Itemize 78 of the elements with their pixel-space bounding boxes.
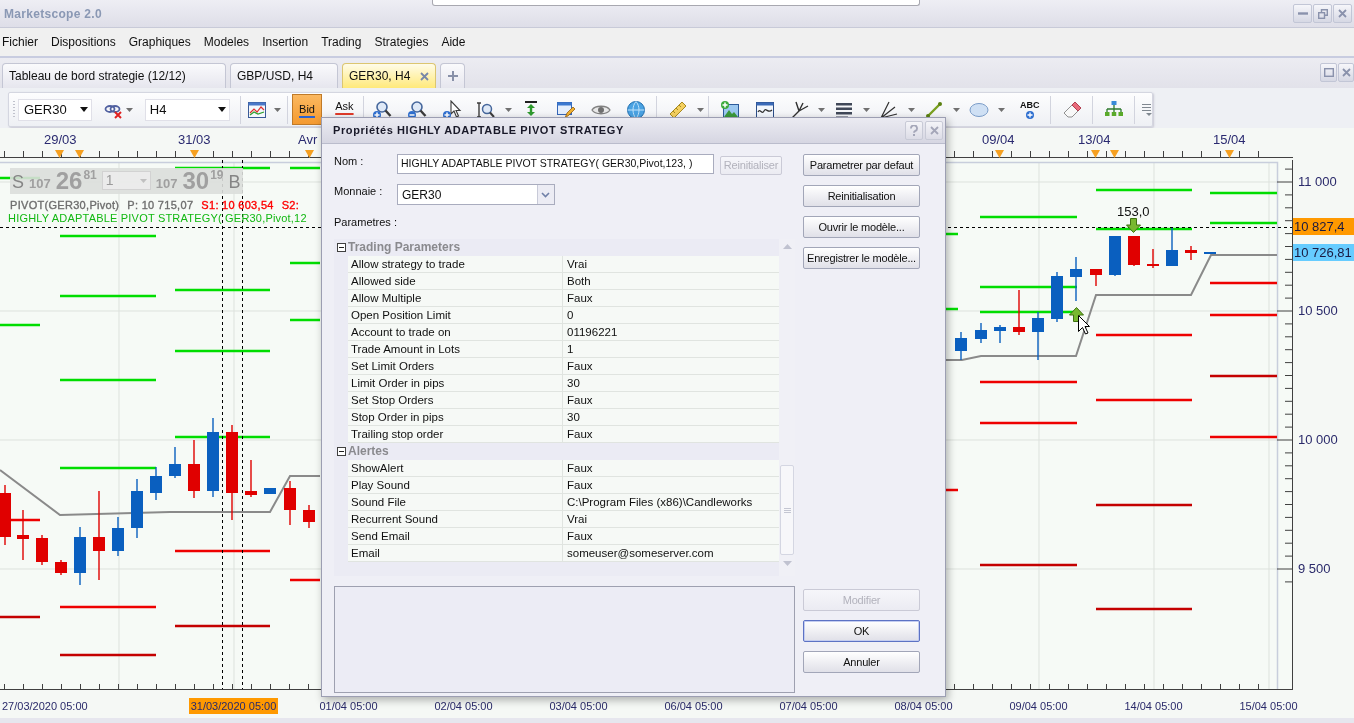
event-marker-icon [1110, 150, 1119, 158]
timeframe-select[interactable]: H4 [144, 98, 230, 121]
event-marker-icon [1225, 150, 1234, 158]
price-mode-button[interactable]: Bid [291, 94, 323, 125]
restore-icon [1317, 8, 1328, 19]
image-add-icon[interactable] [719, 99, 740, 120]
axis-label: 29/03 [44, 132, 77, 147]
time-label: 07/04 05:00 [778, 699, 839, 714]
plus-icon [446, 70, 459, 82]
window-pencil-icon[interactable] [556, 99, 577, 120]
time-label: 03/04 05:00 [548, 699, 609, 714]
menu-item[interactable]: Graphiques [128, 33, 191, 50]
event-marker-icon [190, 150, 199, 158]
menu-item[interactable]: Modeles [203, 33, 250, 50]
event-marker-icon [995, 150, 1004, 158]
axis-label: 09/04 [982, 132, 1015, 147]
instrument-select[interactable]: GER30 [18, 98, 92, 121]
event-marker-icon [1091, 150, 1100, 158]
line-chart-window-icon[interactable] [247, 100, 266, 119]
menu-item[interactable]: Strategies [374, 33, 429, 50]
time-label: 01/04 05:00 [318, 699, 379, 714]
price-mode-button[interactable]: Ask [331, 95, 358, 117]
plus-badge-icon [1025, 110, 1034, 119]
maximize-button[interactable] [1320, 63, 1337, 82]
dialog-title: Propriétés HIGHLY ADAPTABLE PIVOT STRATEGY [333, 123, 624, 139]
text-tool-button[interactable]: ABC [1012, 94, 1048, 125]
menu-item[interactable]: Dispositions [51, 33, 116, 50]
minimize-icon [1297, 12, 1308, 15]
close-button[interactable] [1338, 63, 1354, 82]
zoom-range-icon[interactable] [476, 99, 497, 120]
maximize-icon [1323, 68, 1334, 77]
time-label: 09/04 05:00 [1008, 699, 1069, 714]
price-label: 11 000 [1298, 174, 1337, 190]
chart-window-icon[interactable] [754, 99, 775, 120]
event-marker-icon [55, 150, 64, 158]
caret-icon[interactable] [79, 107, 88, 112]
zoom-in-icon[interactable] [371, 99, 392, 120]
menu-item[interactable]: Aide [441, 33, 466, 50]
event-marker-icon [305, 150, 314, 158]
price-marker: 10 726,81 [1293, 244, 1354, 261]
event-marker-icon [75, 150, 84, 158]
new-tab-button[interactable] [440, 63, 465, 88]
axis-label: 15/04 [1213, 132, 1246, 147]
axis-label: 31/03 [178, 132, 211, 147]
price-label: 10 000 [1298, 432, 1338, 448]
minimize-button[interactable] [1293, 4, 1312, 23]
caret-icon[interactable] [217, 107, 226, 112]
time-label: 14/04 05:00 [1123, 699, 1184, 714]
price-label: 9 500 [1298, 561, 1331, 577]
time-label: 06/04 05:00 [663, 699, 724, 714]
fan-lines-icon[interactable] [879, 99, 900, 120]
tab[interactable]: GBP/USD, H4 [230, 63, 338, 88]
time-label: 15/04 05:00 [1238, 699, 1299, 714]
tab[interactable]: GER30, H4 [342, 63, 436, 88]
line-segment-icon[interactable] [924, 99, 945, 120]
zoom-out-icon[interactable] [406, 99, 427, 120]
menu-item[interactable]: Fichier [2, 33, 38, 50]
overflow-menu-icon[interactable] [1142, 102, 1153, 117]
restore-button[interactable] [1313, 4, 1332, 23]
close-icon [929, 126, 939, 135]
close-button[interactable] [1333, 4, 1352, 23]
time-label: 08/04 05:00 [893, 699, 954, 714]
close-icon[interactable] [420, 71, 429, 81]
time-label: 02/04 05:00 [433, 699, 494, 714]
close-icon [1341, 68, 1351, 77]
close-icon [1338, 9, 1347, 18]
tab[interactable]: Tableau de bord strategie (12/12) [2, 63, 226, 88]
menu-item[interactable]: Trading [321, 33, 362, 50]
price-marker: 10 827,4 [1293, 218, 1354, 235]
time-label: 31/03/2020 05:00 [188, 698, 279, 714]
help-icon [910, 125, 918, 136]
menu-item[interactable]: Insertion [262, 33, 309, 50]
window-title: Marketscope 2.0 [4, 5, 102, 23]
axis-label: 13/04 [1078, 132, 1111, 147]
axis-label: Avr [298, 132, 318, 147]
time-label: 27/03/2020 05:00 [1, 699, 89, 714]
price-label: 10 500 [1298, 303, 1338, 319]
eraser-icon[interactable] [1061, 99, 1082, 120]
